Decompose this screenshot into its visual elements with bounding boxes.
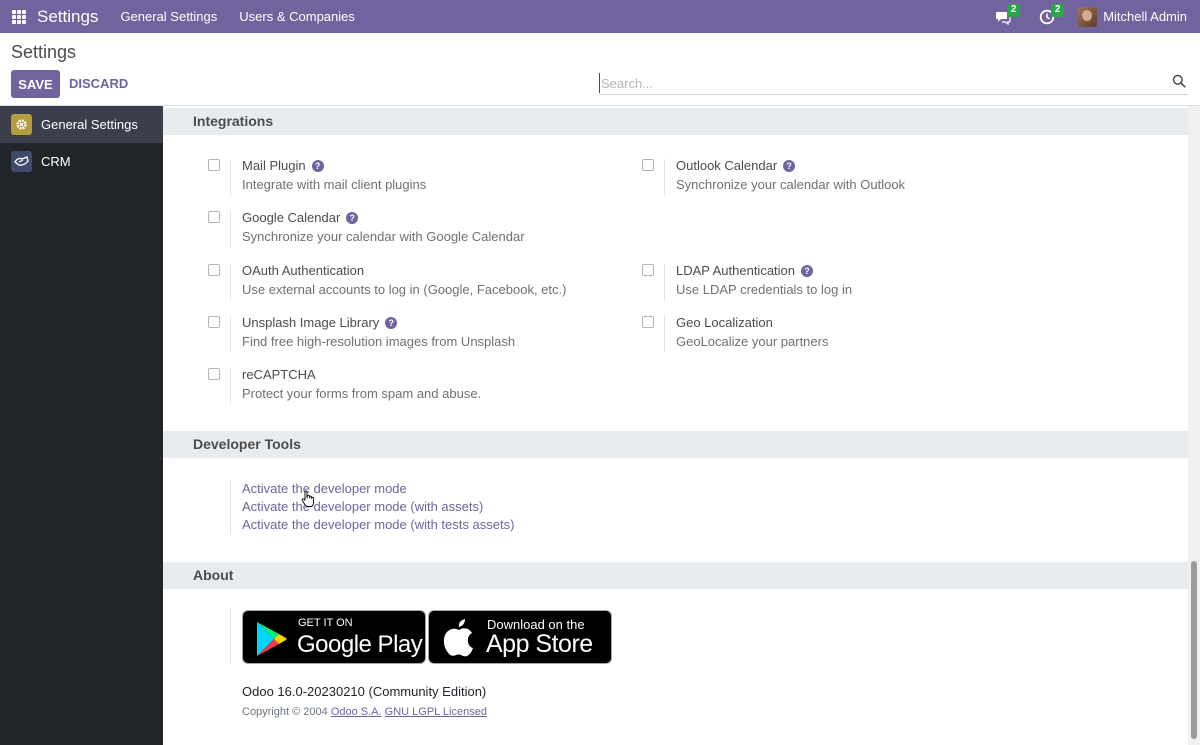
gear-icon [11, 114, 32, 135]
app-store-big-text: App Store [486, 630, 593, 658]
mail-plugin-checkbox[interactable] [208, 159, 220, 171]
settings-content: Integrations Mail Plugin ? Integrate wit… [163, 106, 1188, 745]
setting-description: GeoLocalize your partners [676, 334, 829, 349]
google-calendar-checkbox[interactable] [208, 211, 220, 223]
setting-title: Google Calendar [242, 210, 341, 225]
unsplash-checkbox[interactable] [208, 316, 220, 328]
setting-title: Outlook Calendar [676, 158, 778, 173]
help-icon[interactable]: ? [783, 159, 796, 172]
activity-menu[interactable]: 2 [1033, 0, 1065, 33]
crm-icon [11, 151, 32, 172]
main-scrollbar[interactable] [1188, 106, 1200, 745]
sidebar-item-label: General Settings [41, 117, 138, 132]
messages-count-badge: 2 [1007, 4, 1021, 17]
activate-developer-mode-assets-link[interactable]: Activate the developer mode (with assets… [242, 499, 483, 514]
setting-title: Unsplash Image Library [242, 315, 380, 330]
activate-developer-mode-link[interactable]: Activate the developer mode [242, 481, 407, 496]
activate-developer-mode-tests-assets-link[interactable]: Activate the developer mode (with tests … [242, 517, 514, 532]
help-icon[interactable]: ? [311, 159, 324, 172]
app-store-badge[interactable]: Download on the App Store [428, 610, 612, 664]
menu-general-settings[interactable]: General Settings [120, 9, 217, 24]
user-avatar[interactable] [1077, 6, 1098, 27]
save-button[interactable]: SAVE [11, 70, 60, 98]
recaptcha-checkbox[interactable] [208, 368, 220, 380]
setting-title: Mail Plugin [242, 158, 306, 173]
oauth-checkbox[interactable] [208, 264, 220, 276]
setting-description: Use external accounts to log in (Google,… [242, 282, 567, 297]
setting-title: Geo Localization [676, 315, 773, 330]
search-icon[interactable] [1172, 74, 1186, 88]
discard-button[interactable]: DISCARD [69, 70, 128, 98]
sidebar-item-label: CRM [41, 154, 71, 169]
setting-description: Synchronize your calendar with Outlook [676, 177, 906, 192]
menu-users-companies[interactable]: Users & Companies [239, 9, 355, 24]
apple-icon [443, 619, 473, 657]
app-title[interactable]: Settings [37, 7, 98, 27]
setting-description: Use LDAP credentials to log in [676, 282, 853, 297]
section-header-developer-tools: Developer Tools [163, 431, 1188, 458]
outlook-calendar-checkbox[interactable] [642, 159, 654, 171]
help-icon[interactable]: ? [801, 264, 814, 277]
sidebar-item-general-settings[interactable]: General Settings [0, 106, 163, 143]
search-bar [599, 71, 1188, 95]
copyright-text: Copyright © 2004 Odoo S.A. GNU LGPL Lice… [242, 706, 487, 718]
help-icon[interactable]: ? [346, 211, 359, 224]
setting-title: LDAP Authentication [676, 263, 796, 278]
google-play-big-text: Google Play [297, 631, 423, 658]
setting-description: Integrate with mail client plugins [242, 177, 427, 192]
activities-count-badge: 2 [1051, 4, 1065, 17]
odoo-version: Odoo 16.0-20230210 (Community Edition) [242, 684, 487, 699]
apps-menu-icon[interactable] [12, 9, 26, 24]
messaging-menu[interactable]: 2 [989, 0, 1021, 33]
copyright-prefix: Copyright © 2004 [242, 706, 328, 718]
setting-description: Find free high-resolution images from Un… [242, 334, 516, 349]
help-icon[interactable]: ? [385, 316, 398, 329]
google-play-badge[interactable]: GET IT ON Google Play [242, 610, 426, 664]
odoo-sa-link[interactable]: Odoo S.A. [331, 706, 382, 718]
page-title: Settings [11, 42, 77, 62]
hand-cursor-icon [301, 490, 315, 507]
license-link[interactable]: GNU LGPL Licensed [385, 706, 487, 718]
setting-description: Protect your forms from spam and abuse. [242, 386, 482, 401]
search-input[interactable] [599, 73, 1159, 93]
google-play-small-text: GET IT ON [298, 617, 353, 629]
settings-sidebar: General Settings CRM [0, 106, 163, 745]
user-name[interactable]: Mitchell Admin [1103, 9, 1187, 24]
geo-localization-checkbox[interactable] [642, 316, 654, 328]
scrollbar-thumb[interactable] [1191, 561, 1197, 739]
setting-description: Synchronize your calendar with Google Ca… [242, 229, 525, 244]
setting-title: reCAPTCHA [242, 367, 316, 382]
sidebar-item-crm[interactable]: CRM [0, 143, 163, 180]
section-header-integrations: Integrations [163, 108, 1188, 135]
control-panel: Settings SAVE DISCARD [0, 33, 1200, 106]
google-play-icon [257, 622, 287, 656]
section-header-about: About [163, 562, 1188, 589]
top-navbar: Settings General Settings Users & Compan… [0, 0, 1200, 33]
setting-title: OAuth Authentication [242, 263, 365, 278]
ldap-checkbox[interactable] [642, 264, 654, 276]
